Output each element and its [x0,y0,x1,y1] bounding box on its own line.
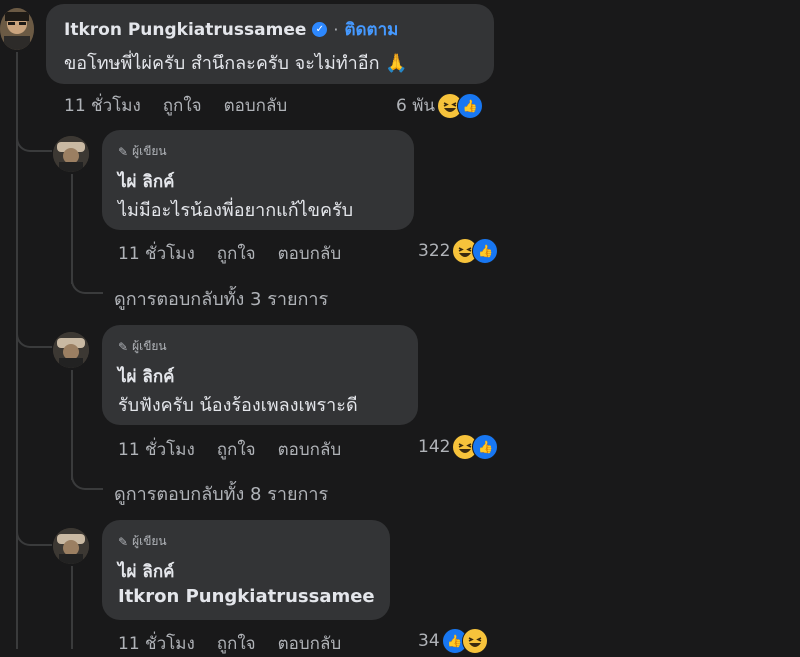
comment-actions: 11 ชั่วโมง ถูกใจ ตอบกลับ [64,92,287,119]
reply-author[interactable]: ไผ่ ลิกค์ [118,558,175,585]
reply-text[interactable]: Itkron Pungkiatrussamee [118,586,375,607]
reply-connector [71,264,103,294]
reply-button[interactable]: ตอบกลับ [278,630,342,657]
reply-text: ไม่มีอะไรน้องพี่อยากแก้ไขครับ [118,200,354,221]
reply-button[interactable]: ตอบกลับ [224,92,288,119]
reply-connector [71,460,103,490]
reaction-count: 6 พัน [396,96,436,116]
reply-actions: 11 ชั่วโมง ถูกใจ ตอบกลับ [118,436,341,463]
author-badge: ผู้เขียน [132,144,167,158]
avatar[interactable] [53,136,89,172]
like-reaction-icon: 👍 [457,92,484,119]
reply-button[interactable]: ตอบกลับ [278,240,342,267]
like-reaction-icon: 👍 [472,434,499,460]
view-more-replies-link[interactable]: ดูการตอบกลับทั้ง 3 รายการ [114,284,328,313]
like-button[interactable]: ถูกใจ [163,92,202,119]
separator: · [333,20,339,39]
reply-connector [16,316,52,348]
reply-connector [16,514,52,546]
avatar[interactable] [0,8,34,50]
author-badge: ผู้เขียน [132,339,167,353]
author-badge: ผู้เขียน [132,534,167,548]
reply-text: รับฟังครับ น้องร้องเพลงเพราะดี [118,395,358,416]
reply-author[interactable]: ไผ่ ลิกค์ [118,363,175,390]
reply-time[interactable]: 11 ชั่วโมง [118,240,195,267]
reaction-count: 34 [418,631,440,651]
reaction-summary[interactable]: 322 👍 [418,238,499,264]
avatar[interactable] [53,332,89,368]
comment-text: ขอโทษพี่ไผ่ครับ สำนึกละครับ จะไม่ทำอีก [64,53,380,74]
reply-actions: 11 ชั่วโมง ถูกใจ ตอบกลับ [118,630,341,657]
haha-reaction-icon [461,628,488,654]
reply-button[interactable]: ตอบกลับ [278,436,342,463]
prayer-emoji: 🙏 [385,53,408,74]
like-reaction-icon: 👍 [472,238,499,264]
like-button[interactable]: ถูกใจ [217,436,256,463]
reply-bubble: ✎ ผู้เขียน ไผ่ ลิกค์ รับฟังครับ น้องร้อง… [102,325,418,425]
reaction-summary[interactable]: 6 พัน 👍 [396,92,484,119]
pencil-icon: ✎ [118,534,129,549]
reply-actions: 11 ชั่วโมง ถูกใจ ตอบกลับ [118,240,341,267]
reply-connector [16,124,52,152]
follow-button[interactable]: ติดตาม [344,16,398,43]
reply-bubble: ✎ ผู้เขียน ไผ่ ลิกค์ Itkron Pungkiatruss… [102,520,390,620]
verified-badge-icon: ✓ [312,22,328,37]
reply-time[interactable]: 11 ชั่วโมง [118,436,195,463]
reply-thread-line [71,566,73,649]
reaction-count: 142 [418,437,451,457]
comment-time[interactable]: 11 ชั่วโมง [64,92,141,119]
avatar[interactable] [53,528,89,564]
like-button[interactable]: ถูกใจ [217,240,256,267]
reaction-summary[interactable]: 34 👍 [418,628,488,654]
pencil-icon: ✎ [118,144,129,159]
view-more-replies-link[interactable]: ดูการตอบกลับทั้ง 8 รายการ [114,479,328,508]
reply-time[interactable]: 11 ชั่วโมง [118,630,195,657]
comment-bubble: Itkron Pungkiatrussamee ✓ · ติดตาม ขอโทษ… [46,4,494,84]
comment-author[interactable]: Itkron Pungkiatrussamee [64,20,306,40]
reaction-count: 322 [418,241,451,261]
reply-author[interactable]: ไผ่ ลิกค์ [118,168,175,195]
pencil-icon: ✎ [118,339,129,354]
reply-bubble: ✎ ผู้เขียน ไผ่ ลิกค์ ไม่มีอะไรน้องพี่อยา… [102,130,414,230]
reaction-summary[interactable]: 142 👍 [418,434,499,460]
like-button[interactable]: ถูกใจ [217,630,256,657]
